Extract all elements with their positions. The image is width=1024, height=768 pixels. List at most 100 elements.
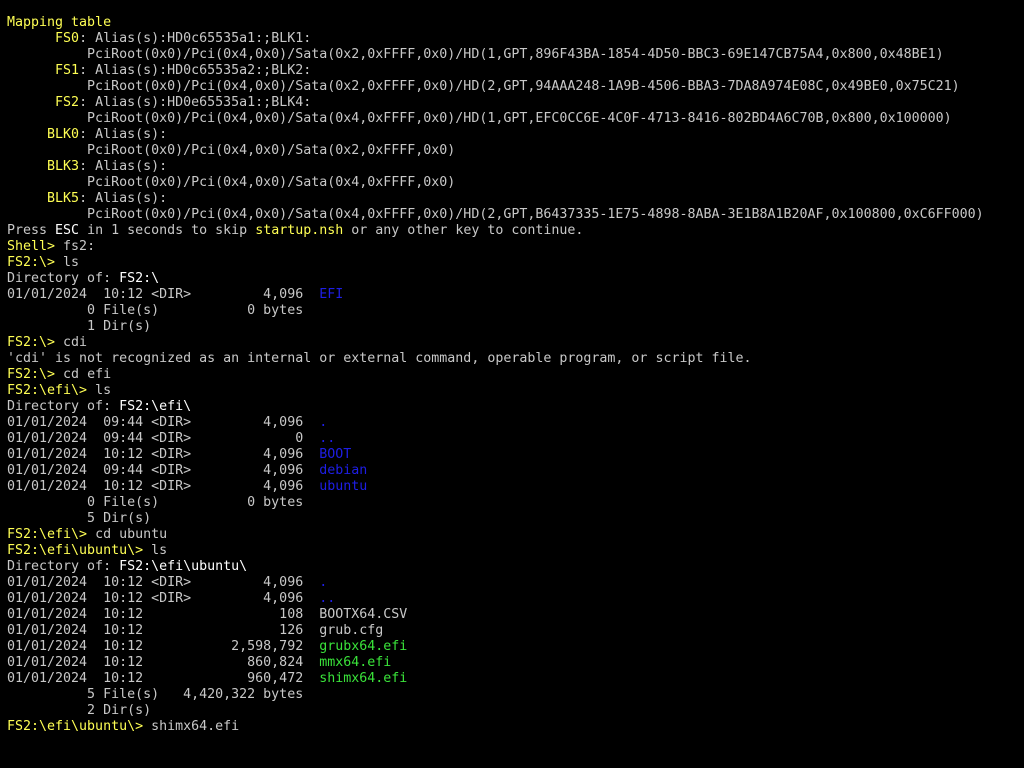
terminal-text: 5 File(s) 4,420,322 bytes xyxy=(7,687,304,702)
terminal-text: FS2:\> xyxy=(7,367,64,382)
terminal-line: PciRoot(0x0)/Pci(0x4,0x0)/Sata(0x2,0xFFF… xyxy=(7,47,1019,63)
terminal-line: BLK5: Alias(s): xyxy=(7,191,1019,207)
terminal-line: Shell> fs2: xyxy=(7,239,1019,255)
terminal-text: grubx64.efi xyxy=(319,639,408,654)
terminal-line: Press ESC in 1 seconds to skip startup.n… xyxy=(7,223,1019,239)
terminal-text: FS2:\efi\ubuntu\> xyxy=(7,719,152,734)
terminal-line: PciRoot(0x0)/Pci(0x4,0x0)/Sata(0x2,0xFFF… xyxy=(7,143,1019,159)
terminal-line: BLK3: Alias(s): xyxy=(7,159,1019,175)
terminal-text: 01/01/2024 10:12 108 xyxy=(7,607,320,622)
terminal-text: Directory of: xyxy=(7,271,120,286)
terminal-text: 'cdi' is not recognized as an internal o… xyxy=(7,351,752,366)
terminal-text: : Alias(s):HD0e65535a1:;BLK4: xyxy=(79,95,312,110)
terminal-line: 0 File(s) 0 bytes xyxy=(7,303,1019,319)
terminal-text: 01/01/2024 10:12 <DIR> 4,096 xyxy=(7,287,320,302)
terminal-text: in 1 seconds to skip xyxy=(79,223,256,238)
terminal-line: PciRoot(0x0)/Pci(0x4,0x0)/Sata(0x4,0xFFF… xyxy=(7,111,1019,127)
terminal-text: 01/01/2024 09:44 <DIR> 0 xyxy=(7,431,320,446)
terminal-line: 01/01/2024 09:44 <DIR> 4,096 debian xyxy=(7,463,1019,479)
terminal-text: 01/01/2024 10:12 <DIR> 4,096 xyxy=(7,591,320,606)
terminal-text: .. xyxy=(319,431,336,446)
terminal-text: PciRoot(0x0)/Pci(0x4,0x0)/Sata(0x2,0xFFF… xyxy=(7,143,456,158)
terminal-text: FS2:\efi\ubuntu\ xyxy=(119,559,248,574)
terminal-text: : Alias(s): xyxy=(79,159,168,174)
terminal-text: BOOTX64.CSV xyxy=(319,607,408,622)
terminal-text: : Alias(s):HD0c65535a1:;BLK1: xyxy=(79,31,312,46)
terminal-text: 01/01/2024 10:12 <DIR> 4,096 xyxy=(7,479,320,494)
terminal-text: or any other key to continue. xyxy=(343,223,584,238)
terminal-line: 1 Dir(s) xyxy=(7,319,1019,335)
terminal-text: . xyxy=(319,575,328,590)
terminal-text: PciRoot(0x0)/Pci(0x4,0x0)/Sata(0x4,0xFFF… xyxy=(7,111,952,126)
terminal-text: startup.nsh xyxy=(255,223,344,238)
terminal-line: PciRoot(0x0)/Pci(0x4,0x0)/Sata(0x4,0xFFF… xyxy=(7,207,1019,223)
terminal-text: Mapping table xyxy=(7,15,112,30)
terminal-line: FS2: Alias(s):HD0e65535a1:;BLK4: xyxy=(7,95,1019,111)
terminal-text: ls xyxy=(95,383,112,398)
terminal-line: 01/01/2024 10:12 126 grub.cfg xyxy=(7,623,1019,639)
terminal-text: FS2 xyxy=(7,95,80,110)
terminal-text: BLK0 xyxy=(7,127,80,142)
terminal-line: Mapping table xyxy=(7,15,1019,31)
terminal-line: 2 Dir(s) xyxy=(7,703,1019,719)
terminal-text: 0 File(s) 0 bytes xyxy=(7,303,304,318)
terminal-text: ls xyxy=(63,255,80,270)
terminal-line: Directory of: FS2:\ xyxy=(7,271,1019,287)
terminal-text: BLK3 xyxy=(7,159,80,174)
terminal-text: BOOT xyxy=(319,447,352,462)
terminal-line: PciRoot(0x0)/Pci(0x4,0x0)/Sata(0x2,0xFFF… xyxy=(7,79,1019,95)
terminal-text: fs2: xyxy=(63,239,96,254)
terminal-line: Directory of: FS2:\efi\ubuntu\ xyxy=(7,559,1019,575)
terminal-text: FS2:\efi\ubuntu\> xyxy=(7,543,152,558)
terminal-line: FS2:\> ls xyxy=(7,255,1019,271)
terminal-line: 01/01/2024 10:12 <DIR> 4,096 .. xyxy=(7,591,1019,607)
terminal-line: FS2:\efi\> ls xyxy=(7,383,1019,399)
terminal-text: 0 File(s) 0 bytes xyxy=(7,495,304,510)
terminal-line: 01/01/2024 10:12 <DIR> 4,096 ubuntu xyxy=(7,479,1019,495)
terminal-line: FS2:\efi\ubuntu\> ls xyxy=(7,543,1019,559)
terminal-text: 01/01/2024 10:12 126 xyxy=(7,623,320,638)
terminal-line: 01/01/2024 10:12 860,824 mmx64.efi xyxy=(7,655,1019,671)
terminal-text: cd ubuntu xyxy=(95,527,168,542)
terminal-text: PciRoot(0x0)/Pci(0x4,0x0)/Sata(0x2,0xFFF… xyxy=(7,47,944,62)
terminal-text: debian xyxy=(319,463,368,478)
terminal-text: 5 Dir(s) xyxy=(7,511,152,526)
terminal-line: FS2:\> cd efi xyxy=(7,367,1019,383)
terminal-text: .. xyxy=(319,591,336,606)
terminal-text: grub.cfg xyxy=(319,623,384,638)
uefi-shell-terminal[interactable]: Mapping table FS0: Alias(s):HD0c65535a1:… xyxy=(7,15,1019,765)
terminal-line: 01/01/2024 10:12 960,472 shimx64.efi xyxy=(7,671,1019,687)
terminal-text: ESC xyxy=(55,223,80,238)
terminal-text: cdi xyxy=(63,335,88,350)
terminal-line: 0 File(s) 0 bytes xyxy=(7,495,1019,511)
terminal-line: 01/01/2024 10:12 <DIR> 4,096 BOOT xyxy=(7,447,1019,463)
terminal-text: 01/01/2024 10:12 860,824 xyxy=(7,655,320,670)
terminal-line: Directory of: FS2:\efi\ xyxy=(7,399,1019,415)
terminal-line: 01/01/2024 10:12 2,598,792 grubx64.efi xyxy=(7,639,1019,655)
terminal-text: FS2:\> xyxy=(7,335,64,350)
terminal-line: 01/01/2024 09:44 <DIR> 0 .. xyxy=(7,431,1019,447)
terminal-text: EFI xyxy=(319,287,344,302)
terminal-line: PciRoot(0x0)/Pci(0x4,0x0)/Sata(0x4,0xFFF… xyxy=(7,175,1019,191)
terminal-text: FS2:\efi\ xyxy=(119,399,192,414)
terminal-text: FS2:\efi\> xyxy=(7,527,96,542)
terminal-text: FS2:\> xyxy=(7,255,64,270)
terminal-text: ubuntu xyxy=(319,479,368,494)
terminal-text: FS1 xyxy=(7,63,80,78)
terminal-line: 01/01/2024 10:12 <DIR> 4,096 . xyxy=(7,575,1019,591)
terminal-text: : Alias(s): xyxy=(79,191,168,206)
terminal-line: BLK0: Alias(s): xyxy=(7,127,1019,143)
terminal-text: 01/01/2024 09:44 <DIR> 4,096 xyxy=(7,415,320,430)
terminal-text: 01/01/2024 10:12 <DIR> 4,096 xyxy=(7,575,320,590)
terminal-line: 'cdi' is not recognized as an internal o… xyxy=(7,351,1019,367)
terminal-text: mmx64.efi xyxy=(319,655,392,670)
terminal-text: FS0 xyxy=(7,31,80,46)
terminal-line: FS0: Alias(s):HD0c65535a1:;BLK1: xyxy=(7,31,1019,47)
terminal-line: 01/01/2024 10:12 <DIR> 4,096 EFI xyxy=(7,287,1019,303)
terminal-text: . xyxy=(319,415,328,430)
terminal-text: : Alias(s):HD0c65535a2:;BLK2: xyxy=(79,63,312,78)
terminal-line: FS2:\> cdi xyxy=(7,335,1019,351)
terminal-text: PciRoot(0x0)/Pci(0x4,0x0)/Sata(0x4,0xFFF… xyxy=(7,175,456,190)
terminal-text: shimx64.efi xyxy=(151,719,240,734)
terminal-text: shimx64.efi xyxy=(319,671,408,686)
